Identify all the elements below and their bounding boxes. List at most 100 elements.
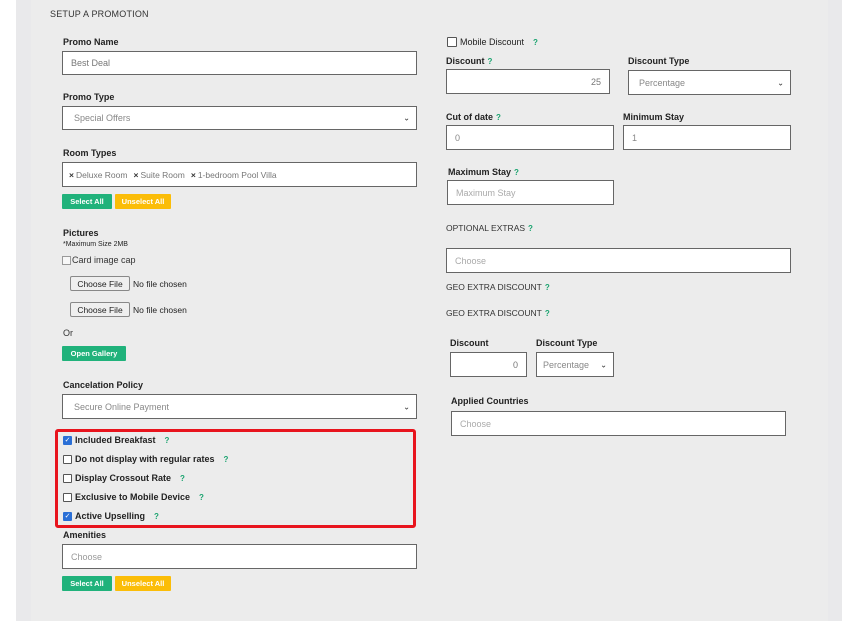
help-icon[interactable]: ? — [180, 474, 185, 483]
optional-extras-title: OPTIONAL EXTRAS — [446, 223, 526, 233]
promo-type-value: Special Offers — [74, 113, 131, 123]
option-label: Included Breakfast — [75, 435, 156, 445]
help-icon[interactable]: ? — [545, 309, 550, 318]
promo-type-select[interactable]: Special Offers ⌄ — [62, 106, 417, 130]
geo-extra-discount-title: GEO EXTRA DISCOUNT — [446, 282, 542, 292]
discount-label: Discount — [446, 56, 485, 66]
active-upselling-option: Active Upselling? — [75, 511, 159, 521]
promo-type-label: Promo Type — [63, 92, 115, 102]
help-icon[interactable]: ? — [496, 113, 501, 122]
no-regular-rates-checkbox[interactable] — [63, 455, 72, 464]
geo-discount-value: 0 — [512, 359, 518, 370]
room-tag-label: Suite Room — [140, 169, 185, 180]
outer-margin-left — [0, 0, 16, 621]
optional-extras-heading: OPTIONAL EXTRAS? — [446, 223, 533, 233]
crossout-rate-option: Display Crossout Rate? — [75, 473, 185, 483]
promo-name-input[interactable]: Best Deal — [62, 51, 417, 75]
crossout-rate-checkbox[interactable] — [63, 474, 72, 483]
section-title: SETUP A PROMOTION — [50, 9, 149, 19]
no-file-text-2: No file chosen — [133, 305, 187, 315]
cancelation-policy-value: Secure Online Payment — [74, 401, 170, 412]
discount-input[interactable]: 25 — [446, 69, 610, 94]
option-label: Exclusive to Mobile Device — [75, 492, 191, 502]
cancelation-policy-select[interactable]: Secure Online Payment ⌄ — [62, 394, 417, 419]
or-text: Or — [63, 328, 73, 338]
minimum-stay-input[interactable]: 1 — [623, 125, 791, 150]
geo-extra-discount-heading-2: GEO EXTRA DISCOUNT? — [446, 308, 550, 318]
room-tag[interactable]: × Suite Room — [133, 170, 184, 180]
help-icon[interactable]: ? — [199, 493, 204, 502]
help-icon[interactable]: ? — [165, 436, 170, 445]
included-breakfast-checkbox[interactable] — [63, 436, 72, 445]
geo-discount-input[interactable]: 0 — [450, 352, 527, 377]
optional-extras-placeholder: Choose — [455, 255, 487, 266]
room-tag[interactable]: × Deluxe Room — [69, 170, 127, 180]
cutoff-label: Cut of date — [446, 112, 493, 122]
discount-type-value: Percentage — [639, 77, 686, 88]
chevron-down-icon: ⌄ — [600, 360, 607, 369]
cancelation-policy-label: Cancelation Policy — [63, 380, 144, 390]
amenities-label: Amenities — [63, 530, 107, 540]
card-image: Card image cap — [62, 255, 136, 265]
geo-discount-type-value: Percentage — [543, 359, 590, 370]
chevron-down-icon: ⌄ — [777, 78, 784, 87]
room-types-multiselect[interactable]: × Deluxe Room × Suite Room × 1-bedroom Pool… — [62, 162, 417, 187]
open-gallery-button[interactable]: Open Gallery — [62, 346, 126, 361]
help-icon[interactable]: ? — [488, 57, 493, 66]
discount-type-select[interactable]: Percentage ⌄ — [628, 70, 791, 95]
geo-discount-label: Discount — [450, 338, 489, 348]
mobile-exclusive-checkbox[interactable] — [63, 493, 72, 502]
card-image-alt: Card image cap — [72, 255, 136, 265]
help-icon[interactable]: ? — [545, 283, 550, 292]
discount-label-wrap: Discount? — [446, 56, 492, 66]
amenities-unselect-all-button[interactable]: Unselect All — [115, 576, 171, 591]
room-tag-label: Deluxe Room — [75, 169, 128, 180]
broken-image-icon — [62, 255, 71, 265]
maximum-stay-label: Maximum Stay — [448, 167, 512, 177]
remove-tag-icon[interactable]: × — [191, 170, 196, 180]
mobile-discount-checkbox[interactable] — [447, 37, 457, 47]
room-select-all-button[interactable]: Select All — [62, 194, 112, 209]
included-breakfast-option: Included Breakfast? — [75, 435, 169, 445]
chevron-down-icon: ⌄ — [403, 402, 410, 411]
applied-countries-input[interactable]: Choose — [451, 411, 786, 436]
applied-countries-placeholder: Choose — [460, 418, 492, 429]
choose-file-button-2[interactable]: Choose File — [70, 302, 130, 317]
cutoff-input[interactable]: 0 — [446, 125, 614, 150]
active-upselling-checkbox[interactable] — [63, 512, 72, 521]
option-label: Display Crossout Rate — [75, 473, 172, 483]
amenities-select-all-button[interactable]: Select All — [62, 576, 112, 591]
discount-value: 25 — [590, 76, 601, 87]
geo-extra-discount-heading-1: GEO EXTRA DISCOUNT? — [446, 282, 550, 292]
cutoff-value: 0 — [455, 132, 461, 143]
maximum-stay-placeholder: Maximum Stay — [456, 187, 516, 198]
room-unselect-all-button[interactable]: Unselect All — [115, 194, 171, 209]
geo-discount-type-select[interactable]: Percentage ⌄ — [536, 352, 614, 377]
help-icon[interactable]: ? — [533, 38, 538, 47]
help-icon[interactable]: ? — [528, 224, 533, 233]
no-regular-rates-option: Do not display with regular rates? — [75, 454, 228, 464]
room-tag[interactable]: × 1-bedroom Pool Villa — [191, 170, 277, 180]
geo-discount-type-label: Discount Type — [536, 338, 598, 348]
cutoff-label-wrap: Cut of date? — [446, 112, 501, 122]
minimum-stay-value: 1 — [632, 132, 638, 143]
promo-name-value: Best Deal — [71, 58, 111, 68]
mobile-discount-option: Mobile Discount? — [460, 37, 538, 47]
option-label: Active Upselling — [75, 511, 146, 521]
optional-extras-input[interactable]: Choose — [446, 248, 791, 273]
minimum-stay-label: Minimum Stay — [623, 112, 685, 122]
maximum-stay-input[interactable]: Maximum Stay — [447, 180, 614, 205]
applied-countries-label: Applied Countries — [451, 396, 529, 406]
remove-tag-icon[interactable]: × — [69, 170, 74, 180]
choose-file-button-1[interactable]: Choose File — [70, 276, 130, 291]
amenities-input[interactable]: Choose — [62, 544, 417, 569]
help-icon[interactable]: ? — [224, 455, 229, 464]
help-icon[interactable]: ? — [514, 168, 519, 177]
promo-name-label: Promo Name — [63, 37, 119, 47]
remove-tag-icon[interactable]: × — [133, 170, 138, 180]
maximum-stay-label-wrap: Maximum Stay? — [448, 167, 519, 177]
help-icon[interactable]: ? — [154, 512, 159, 521]
chevron-down-icon: ⌄ — [403, 113, 410, 123]
no-file-text-1: No file chosen — [133, 279, 187, 289]
outer-margin-right — [842, 0, 858, 621]
